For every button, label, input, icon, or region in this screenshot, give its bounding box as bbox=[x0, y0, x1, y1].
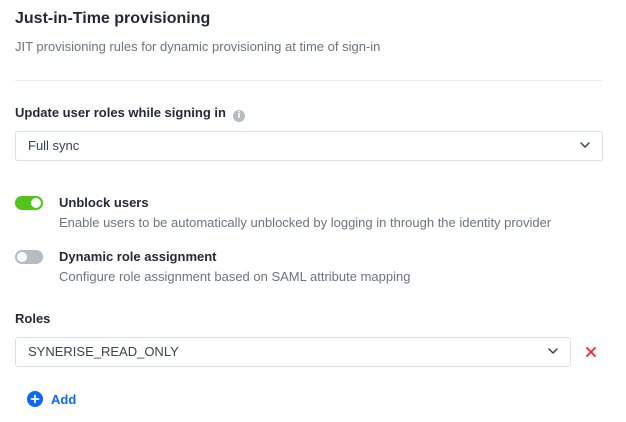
toggle-knob bbox=[31, 198, 41, 208]
divider bbox=[15, 80, 603, 81]
section-title: Just-in-Time provisioning bbox=[15, 10, 211, 27]
unblock-users-description: Enable users to be automatically unblock… bbox=[59, 215, 552, 230]
dynamic-role-assignment-title: Dynamic role assignment bbox=[59, 249, 217, 264]
section-subtitle: JIT provisioning rules for dynamic provi… bbox=[15, 39, 381, 54]
role-select[interactable]: SYNERISE_READ_ONLY bbox=[15, 337, 571, 367]
plus-circle-icon bbox=[27, 391, 43, 407]
unblock-users-title: Unblock users bbox=[59, 195, 149, 210]
update-roles-label-text: Update user roles while signing in bbox=[15, 105, 226, 120]
add-role-button[interactable]: Add bbox=[27, 391, 76, 407]
unblock-users-toggle[interactable] bbox=[15, 196, 43, 210]
update-roles-selected-value: Full sync bbox=[28, 138, 80, 153]
update-roles-select[interactable]: Full sync bbox=[15, 131, 603, 161]
add-role-label: Add bbox=[51, 391, 77, 407]
toggle-knob bbox=[17, 252, 27, 262]
info-icon[interactable]: i bbox=[232, 110, 245, 122]
role-selected-value: SYNERISE_READ_ONLY bbox=[28, 344, 179, 359]
chevron-down-icon bbox=[548, 348, 558, 354]
update-roles-label: Update user roles while signing in i bbox=[15, 105, 245, 122]
roles-label: Roles bbox=[15, 311, 51, 326]
chevron-down-icon bbox=[580, 142, 590, 148]
remove-role-icon[interactable] bbox=[586, 347, 596, 357]
dynamic-role-assignment-description: Configure role assignment based on SAML … bbox=[59, 269, 411, 284]
dynamic-role-assignment-toggle[interactable] bbox=[15, 250, 43, 264]
